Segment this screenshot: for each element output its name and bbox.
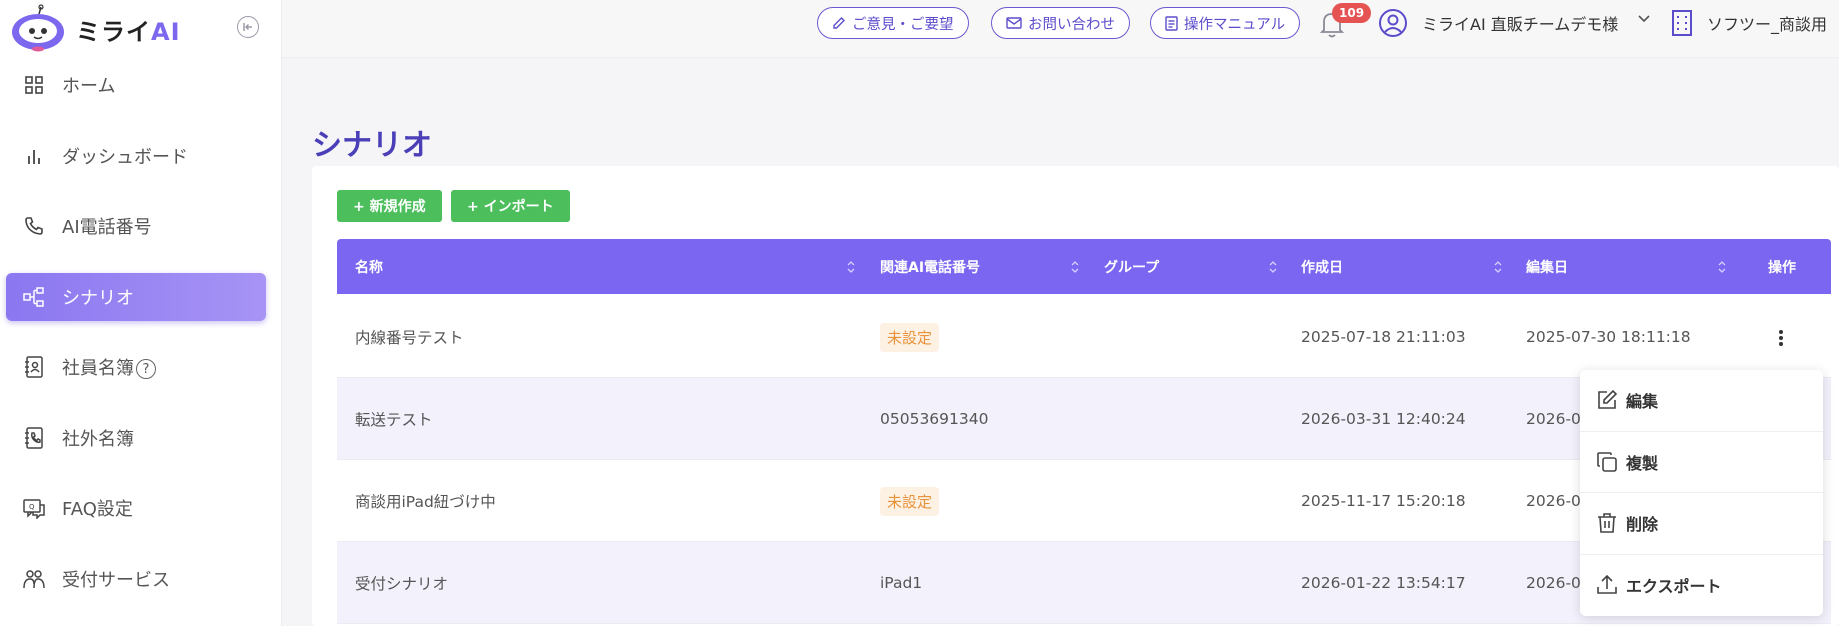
menu-item-edit[interactable]: 編集 xyxy=(1580,370,1823,432)
manual-button[interactable]: 操作マニュアル xyxy=(1150,7,1301,39)
new-scenario-button[interactable]: + 新規作成 xyxy=(337,190,442,222)
cell-name: 受付シナリオ xyxy=(355,575,449,593)
cell-name: 内線番号テスト xyxy=(355,329,464,347)
sidebar-item-label: FAQ設定 xyxy=(62,499,133,520)
flow-icon xyxy=(22,285,46,309)
sidebar-item-home[interactable]: ホーム xyxy=(6,61,266,109)
chevron-down-icon[interactable] xyxy=(1637,14,1651,24)
column-header-phone: 関連AI電話番号 xyxy=(880,259,981,276)
sidebar-item-faq-settings[interactable]: Q FAQ設定 xyxy=(6,484,266,532)
user-avatar-icon[interactable] xyxy=(1378,8,1408,38)
cell-edited: 2025-07-30 18:11:18 xyxy=(1526,328,1691,346)
svg-text:Q: Q xyxy=(29,503,35,511)
cell-created: 2026-01-22 13:54:17 xyxy=(1301,574,1466,592)
menu-item-export[interactable]: エクスポート xyxy=(1580,555,1823,617)
column-header-group: グループ xyxy=(1104,259,1160,276)
cell-phone: 未設定 xyxy=(880,460,940,542)
contact-label: お問い合わせ xyxy=(1028,16,1115,33)
unset-tag: 未設定 xyxy=(880,486,940,516)
cell-phone: 未設定 xyxy=(880,296,940,378)
table-header: 名称 関連AI電話番号 グループ 作成日 編集日 操作 xyxy=(337,239,1831,294)
menu-item-duplicate[interactable]: 複製 xyxy=(1580,432,1823,493)
phone-book-icon xyxy=(22,426,46,450)
cell-created: 2026-03-31 12:40:24 xyxy=(1301,410,1466,428)
trash-icon xyxy=(1598,513,1616,534)
more-actions-icon[interactable] xyxy=(1774,327,1788,349)
column-header-created: 作成日 xyxy=(1301,259,1343,276)
import-button[interactable]: + インポート xyxy=(451,190,570,222)
logo-text: ミライAI xyxy=(76,17,181,46)
page-title: シナリオ xyxy=(312,128,432,163)
sidebar-item-label: シナリオ xyxy=(62,287,134,309)
sidebar-item-dashboard[interactable]: ダッシュボード xyxy=(6,132,266,180)
top-header: ご意見・ご要望 お問い合わせ 操作マニュアル 109 ミライAI 直販チームデモ… xyxy=(282,0,1839,58)
users-icon xyxy=(22,567,46,591)
menu-item-label: エクスポート xyxy=(1626,577,1722,597)
sidebar-item-label: 社外名簿 xyxy=(62,428,134,450)
document-icon xyxy=(1165,15,1178,31)
mail-icon xyxy=(1006,17,1022,29)
sort-icon[interactable] xyxy=(845,259,857,275)
column-header-actions: 操作 xyxy=(1768,259,1796,276)
sidebar-item-external-directory[interactable]: 社外名簿 xyxy=(6,414,266,462)
table-row[interactable]: 内線番号テスト 未設定 2025-07-18 21:11:03 2025-07-… xyxy=(337,296,1831,378)
organization-name[interactable]: ソフツー_商談用 xyxy=(1707,11,1827,35)
robot-mascot-icon xyxy=(12,4,64,52)
building-icon xyxy=(1672,10,1692,36)
menu-item-label: 複製 xyxy=(1626,453,1659,473)
row-actions-menu: 編集 複製 削除 エクスポート xyxy=(1580,370,1823,616)
phone-icon xyxy=(22,214,46,238)
feedback-label: ご意見・ご要望 xyxy=(852,16,954,33)
pencil-icon xyxy=(833,17,845,29)
edit-icon xyxy=(1598,390,1618,410)
sidebar: ミライAI ホーム ダッシュボード AI電話番号 シナリオ 社員名簿 ? 社外名… xyxy=(0,0,282,626)
sidebar-item-employee-directory[interactable]: 社員名簿 ? xyxy=(6,343,266,391)
feedback-button[interactable]: ご意見・ご要望 xyxy=(817,7,969,39)
sidebar-item-label: ホーム xyxy=(62,76,116,97)
copy-icon xyxy=(1597,451,1617,472)
cell-created: 2025-11-17 15:20:18 xyxy=(1301,492,1466,510)
sort-icon[interactable] xyxy=(1716,259,1728,275)
menu-item-label: 編集 xyxy=(1626,392,1659,412)
cell-name: 転送テスト xyxy=(355,411,433,429)
contacts-book-icon xyxy=(22,355,46,379)
bar-chart-icon xyxy=(22,144,46,168)
column-header-name: 名称 xyxy=(355,259,383,276)
menu-item-delete[interactable]: 削除 xyxy=(1580,493,1823,555)
sort-icon[interactable] xyxy=(1069,259,1081,275)
column-header-edited: 編集日 xyxy=(1526,259,1568,276)
sidebar-nav: ホーム ダッシュボード AI電話番号 シナリオ 社員名簿 ? 社外名簿 Q FA… xyxy=(6,61,266,625)
sidebar-item-ai-phone[interactable]: AI電話番号 xyxy=(6,202,266,250)
collapse-sidebar-icon[interactable] xyxy=(237,16,259,38)
menu-item-label: 削除 xyxy=(1626,515,1659,535)
sort-icon[interactable] xyxy=(1492,259,1504,275)
sort-icon[interactable] xyxy=(1267,259,1279,275)
notification-badge: 109 xyxy=(1332,3,1372,23)
contact-button[interactable]: お問い合わせ xyxy=(991,7,1130,39)
grid-icon xyxy=(22,73,46,97)
upload-icon xyxy=(1597,575,1617,595)
sidebar-item-label: AI電話番号 xyxy=(62,217,152,238)
help-icon[interactable]: ? xyxy=(136,359,156,379)
cell-phone: 05053691340 xyxy=(880,410,989,428)
cell-created: 2025-07-18 21:11:03 xyxy=(1301,328,1466,346)
unset-tag: 未設定 xyxy=(880,322,940,352)
manual-label: 操作マニュアル xyxy=(1184,16,1286,33)
sidebar-item-label: ダッシュボード xyxy=(62,146,188,168)
faq-chat-icon: Q xyxy=(22,496,46,520)
logo[interactable]: ミライAI xyxy=(8,4,181,54)
sidebar-item-scenario[interactable]: シナリオ xyxy=(6,272,266,321)
cell-phone: iPad1 xyxy=(880,574,923,592)
sidebar-item-label: 受付サービス xyxy=(62,569,170,591)
sidebar-item-reception-service[interactable]: 受付サービス xyxy=(6,555,266,603)
sidebar-item-label: 社員名簿 xyxy=(62,358,134,379)
user-name[interactable]: ミライAI 直販チームデモ様 xyxy=(1422,11,1618,35)
cell-name: 商談用iPad紐づけ中 xyxy=(355,493,496,511)
